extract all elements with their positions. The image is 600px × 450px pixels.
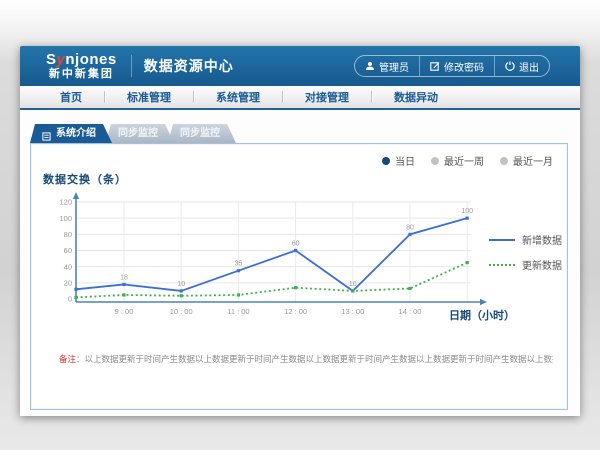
chart-panel: 当日 最近一周 最近一月 数据交换（条） 0 20 40 60 80 100 120 9 : … xyxy=(30,143,568,410)
filter-last-month[interactable]: 最近一月 xyxy=(500,153,553,168)
header-divider xyxy=(131,55,132,77)
svg-text:35: 35 xyxy=(235,261,243,268)
nav-item-system[interactable]: 系统管理 xyxy=(194,89,282,105)
change-password-label: 修改密码 xyxy=(444,59,484,74)
y-axis-title: 数据交换（条） xyxy=(43,171,127,187)
nav-item-home[interactable]: 首页 xyxy=(38,89,104,105)
legend-update-data: 更新数据 xyxy=(489,257,562,272)
solid-line-swatch xyxy=(489,239,515,241)
svg-text:10 : 00: 10 : 00 xyxy=(170,307,193,316)
svg-text:10: 10 xyxy=(349,281,357,288)
legend-new-data: 新增数据 xyxy=(489,232,562,247)
admin-user-button[interactable]: 管理员 xyxy=(355,56,419,76)
company-logo: Synjones 新中新集团 xyxy=(46,52,117,80)
logo-text-cn: 新中新集团 xyxy=(46,69,117,80)
tab-label: 同步监控 xyxy=(118,124,158,143)
logout-button[interactable]: 退出 xyxy=(494,56,549,76)
nav-item-data-changes[interactable]: 数据异动 xyxy=(372,89,460,105)
document-icon xyxy=(42,129,52,139)
page-title: 数据资源中心 xyxy=(144,56,234,76)
svg-text:13 : 00: 13 : 00 xyxy=(341,307,364,316)
footnote-label: 备注 xyxy=(59,354,76,364)
app-window: Synjones 新中新集团 数据资源中心 管理员 修改密码 xyxy=(20,46,580,416)
svg-text:9 : 00: 9 : 00 xyxy=(115,307,134,316)
footnote-text: ：以上数据更新于时间产生数据以上数据更新于时间产生数据以上数据更新于时间产生数据… xyxy=(76,354,553,364)
change-password-button[interactable]: 修改密码 xyxy=(419,56,494,76)
tab-label: 同步监控 xyxy=(180,124,220,143)
dotted-line-swatch xyxy=(489,264,515,266)
main-nav: 首页 标准管理 系统管理 对接管理 数据异动 xyxy=(20,86,580,110)
logout-label: 退出 xyxy=(519,59,539,74)
edit-icon xyxy=(430,61,440,71)
tab-system-intro[interactable]: 系统介绍 xyxy=(30,124,112,143)
footnote: 备注：以上数据更新于时间产生数据以上数据更新于时间产生数据以上数据更新于时间产生… xyxy=(59,353,553,365)
logo-text-en: Synjones xyxy=(46,52,117,67)
svg-text:60: 60 xyxy=(292,241,300,248)
legend-label: 新增数据 xyxy=(522,232,562,247)
tab-sync-monitor-2[interactable]: 同步监控 xyxy=(168,124,236,143)
svg-text:40: 40 xyxy=(64,262,72,271)
user-menu: 管理员 修改密码 退出 xyxy=(354,55,550,77)
svg-text:20: 20 xyxy=(64,278,72,287)
svg-text:80: 80 xyxy=(64,230,72,239)
filter-today[interactable]: 当日 xyxy=(382,153,415,168)
nav-item-integration[interactable]: 对接管理 xyxy=(283,89,371,105)
svg-text:100: 100 xyxy=(461,208,473,215)
filter-label: 最近一周 xyxy=(444,153,484,168)
radio-icon xyxy=(431,157,439,165)
svg-text:12 : 00: 12 : 00 xyxy=(284,307,307,316)
filter-last-week[interactable]: 最近一周 xyxy=(431,153,484,168)
app-header: Synjones 新中新集团 数据资源中心 管理员 修改密码 xyxy=(20,46,580,86)
svg-text:18: 18 xyxy=(120,274,128,281)
tab-bar: 系统介绍 同步监控 同步监控 xyxy=(30,124,230,143)
svg-text:120: 120 xyxy=(59,198,72,207)
filter-label: 当日 xyxy=(395,153,415,168)
nav-item-standards[interactable]: 标准管理 xyxy=(105,89,193,105)
radio-selected-icon xyxy=(382,157,390,165)
content-area: 系统介绍 同步监控 同步监控 当日 最近一周 xyxy=(20,112,580,416)
svg-text:10: 10 xyxy=(177,281,185,288)
user-icon xyxy=(365,61,375,71)
admin-user-label: 管理员 xyxy=(379,59,409,74)
tab-label: 系统介绍 xyxy=(56,124,96,143)
svg-text:80: 80 xyxy=(406,224,414,231)
svg-text:14 : 00: 14 : 00 xyxy=(399,307,422,316)
legend-label: 更新数据 xyxy=(522,257,562,272)
svg-text:11 : 00: 11 : 00 xyxy=(227,307,249,316)
chart-legend: 新增数据 更新数据 xyxy=(489,232,562,272)
power-icon xyxy=(505,61,515,71)
filter-label: 最近一月 xyxy=(513,153,553,168)
time-range-filter: 当日 最近一周 最近一月 xyxy=(382,153,553,168)
tab-sync-monitor-1[interactable]: 同步监控 xyxy=(106,124,174,143)
x-axis-title: 日期（小时） xyxy=(449,307,515,323)
svg-text:0: 0 xyxy=(68,295,72,304)
radio-icon xyxy=(500,157,508,165)
svg-text:100: 100 xyxy=(59,214,72,223)
svg-text:60: 60 xyxy=(64,246,72,255)
line-chart: 0 20 40 60 80 100 120 9 : 00 10 : 00 11 : 00 12 : … xyxy=(59,190,489,330)
